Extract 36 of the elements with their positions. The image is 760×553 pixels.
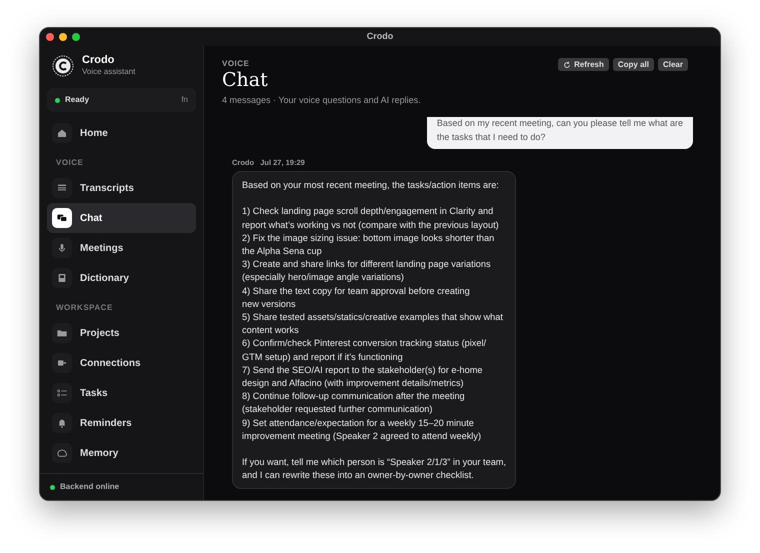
app-name: Crodo — [82, 54, 116, 66]
app-subtitle: Voice assistant — [82, 66, 136, 78]
nav-item[interactable]: Meetings — [47, 233, 196, 264]
nav-item[interactable]: Projects — [47, 318, 196, 348]
maximize-icon[interactable] — [72, 33, 80, 41]
nav-item[interactable]: Connections — [47, 348, 196, 378]
section-heading: VOICE — [55, 157, 84, 170]
window-title: Crodo — [366, 31, 394, 42]
nav-item[interactable]: Home — [47, 118, 196, 148]
minimize-icon[interactable] — [59, 33, 67, 41]
page-title: Chat — [222, 70, 269, 92]
nav-item[interactable]: Transcripts — [47, 173, 196, 204]
nav-item[interactable]: Chat — [47, 203, 196, 234]
section-heading: WORKSPACE — [55, 302, 114, 314]
nav-item[interactable]: Memory — [47, 438, 196, 468]
action-button[interactable]: Copy all — [612, 58, 654, 71]
backend-status: Backend online — [60, 481, 120, 493]
user-message: Based on my recent meeting, can you please tell me what are the tasks that I need to do? — [426, 117, 693, 149]
close-icon[interactable] — [46, 33, 54, 41]
logo-icon — [52, 55, 74, 78]
assistant-message: Based on your most recent meeting, the tasks/action items are: 1) Check landing page scroll depth/engagement in Clarity and report what’s working vs not (compare with the previous layout) 2) Fix the image sizing issue: bottom image looks shorter than the Alpha Sena cup 3) Create and share links for different landing page variations (especially hero/image angle variations) 4) Share the text copy for team approval before creating new versions 5) Share tested assets/statics/creative examples that show what content works 6) Confirm/check Pinterest conversion tracking status (pixel/ GTM setup) and report if it’s functioning 7) Send the SEO/AI report to the stakeholder(s) for e-home design and Alfacino (with improvement details/metrics) 8) Continue follow-up communication after the meeting (stakeholder requested further communication) 9) Set attendance/expectation for a weekly 15–20 minute improvement meeting (Speaker 2 agreed to attend weekly) If you want, tell me which person is “Speaker 2/1/3” in your team, and I can rewrite these into an owner-by-owner checklist. — [232, 170, 516, 489]
checklist-icon — [56, 387, 68, 400]
book-icon — [56, 272, 68, 284]
shortcut-key: fn — [181, 94, 188, 106]
status-label: Ready — [65, 94, 90, 106]
bell-icon — [56, 417, 68, 430]
section-label: VOICE — [222, 58, 250, 70]
page-subtitle: 4 messages · Your voice questions and AI replies. — [222, 94, 421, 107]
nav-item[interactable]: Dictionary — [47, 263, 196, 294]
home-icon — [56, 127, 68, 140]
action-button[interactable]: Refresh — [558, 58, 609, 71]
nav-item[interactable]: Reminders — [47, 408, 196, 438]
microphone-icon — [56, 242, 68, 254]
nav-item[interactable]: Tasks — [47, 378, 196, 408]
refresh-icon — [563, 60, 572, 68]
action-button[interactable]: Clear — [658, 58, 688, 71]
